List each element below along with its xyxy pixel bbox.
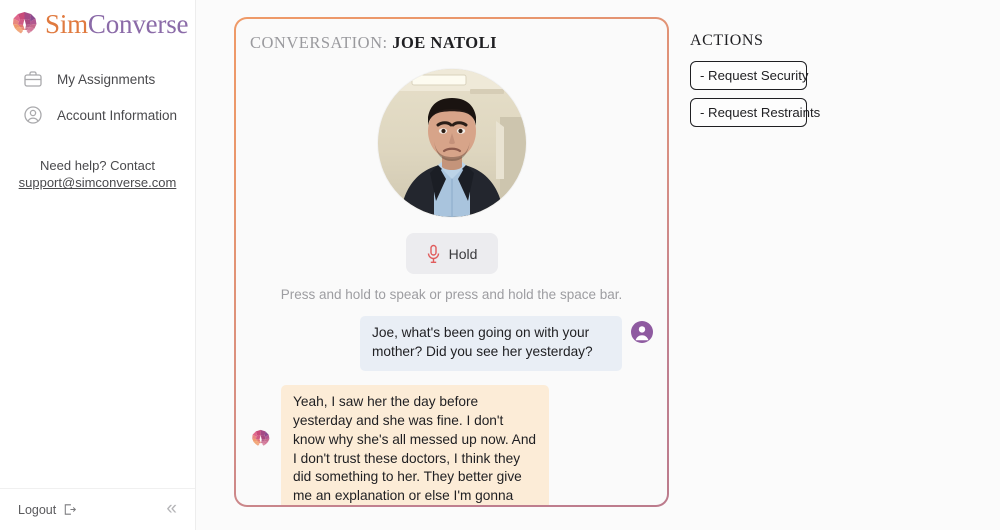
message-row-user: Joe, what's been going on with your moth… bbox=[250, 316, 653, 371]
conversation-title-label: CONVERSATION: bbox=[250, 33, 388, 52]
actions-title: ACTIONS bbox=[690, 32, 764, 49]
actions-panel: ACTIONS - Request Security - Request Res… bbox=[690, 17, 870, 530]
request-restraints-button[interactable]: - Request Restraints bbox=[690, 98, 820, 127]
user-circle-icon bbox=[22, 104, 44, 126]
briefcase-icon bbox=[22, 68, 44, 90]
brain-logo-icon bbox=[250, 428, 272, 450]
patient-avatar-photo bbox=[377, 69, 526, 217]
sidebar: SimConverse My Assignments Account Infor… bbox=[0, 0, 196, 530]
sidebar-footer: Logout « bbox=[0, 488, 195, 530]
chevron-double-left-icon[interactable]: « bbox=[164, 497, 179, 522]
message-bubble-user: Joe, what's been going on with your moth… bbox=[360, 316, 622, 371]
user-avatar-icon bbox=[631, 321, 653, 343]
logout-button[interactable]: Logout bbox=[18, 502, 77, 517]
support-email-link[interactable]: support@simconverse.com bbox=[14, 175, 181, 190]
app-logo[interactable]: SimConverse bbox=[0, 0, 195, 39]
patient-photo-graphic bbox=[377, 69, 526, 217]
conversation-title: CONVERSATION: JOE NATOLI bbox=[250, 33, 653, 53]
conversation-inner: CONVERSATION: JOE NATOLI Hold Press and … bbox=[236, 19, 667, 505]
microphone-icon bbox=[426, 244, 441, 264]
hold-to-speak-button[interactable]: Hold bbox=[405, 233, 498, 274]
sidebar-item-label: Account Information bbox=[57, 107, 178, 123]
conversation-title-name: JOE NATOLI bbox=[392, 33, 498, 52]
brain-logo-icon bbox=[10, 10, 40, 39]
logo-sim: Sim bbox=[45, 9, 88, 39]
message-list: Joe, what's been going on with your moth… bbox=[250, 316, 653, 505]
app-logo-text: SimConverse bbox=[45, 9, 189, 39]
help-text: Need help? Contact bbox=[40, 158, 155, 173]
main-stage: CONVERSATION: JOE NATOLI Hold Press and … bbox=[196, 0, 1000, 530]
logout-label: Logout bbox=[18, 502, 57, 517]
message-bubble-bot: Yeah, I saw her the day before yesterday… bbox=[281, 384, 549, 505]
sign-out-icon bbox=[62, 502, 77, 517]
message-row-bot: Yeah, I saw her the day before yesterday… bbox=[250, 384, 653, 505]
hold-button-label: Hold bbox=[448, 245, 478, 262]
request-security-button[interactable]: - Request Security bbox=[690, 61, 808, 90]
sidebar-item-my-assignments[interactable]: My Assignments bbox=[0, 61, 195, 97]
sidebar-nav: My Assignments Account Information bbox=[0, 61, 195, 133]
help-block: Need help? Contact support@simconverse.c… bbox=[0, 158, 195, 191]
conversation-panel: CONVERSATION: JOE NATOLI Hold Press and … bbox=[234, 17, 669, 507]
sidebar-item-label: My Assignments bbox=[57, 71, 156, 87]
logo-converse: Converse bbox=[87, 9, 189, 39]
sidebar-item-account-information[interactable]: Account Information bbox=[0, 97, 195, 133]
hold-hint-text: Press and hold to speak or press and hol… bbox=[280, 287, 623, 302]
